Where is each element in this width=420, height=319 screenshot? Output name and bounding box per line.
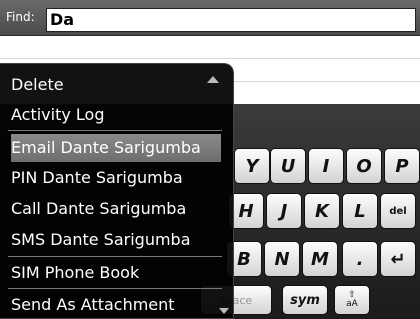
menu-divider bbox=[8, 130, 222, 131]
find-bar: Find: Da bbox=[0, 0, 420, 36]
key-o[interactable]: O bbox=[346, 148, 382, 184]
key-enter[interactable]: ↵ bbox=[380, 241, 416, 277]
shift-label: aA bbox=[346, 299, 358, 309]
menu-item-sim-phone-book[interactable]: SIM Phone Book bbox=[11, 259, 221, 287]
menu-divider bbox=[8, 256, 222, 257]
key-i[interactable]: I bbox=[308, 148, 344, 184]
key-n[interactable]: N bbox=[264, 241, 300, 277]
context-menu: Delete Activity Log Email Dante Sarigumb… bbox=[0, 63, 234, 319]
menu-item-email[interactable]: Email Dante Sarigumba bbox=[11, 134, 221, 162]
find-input[interactable]: Da bbox=[46, 8, 416, 32]
key-delete[interactable]: del bbox=[380, 193, 416, 229]
menu-item-call[interactable]: Call Dante Sarigumba bbox=[11, 195, 221, 223]
menu-item-sms[interactable]: SMS Dante Sarigumba bbox=[11, 226, 221, 254]
key-k[interactable]: K bbox=[304, 193, 340, 229]
menu-item-send-as-attachment[interactable]: Send As Attachment bbox=[11, 291, 221, 319]
key-shift[interactable]: ⇧ aA bbox=[334, 285, 370, 315]
menu-item-delete[interactable]: Delete bbox=[11, 71, 221, 99]
key-m[interactable]: M bbox=[302, 241, 338, 277]
key-period[interactable]: . bbox=[342, 241, 378, 277]
key-y[interactable]: Y bbox=[234, 148, 270, 184]
menu-item-activity-log[interactable]: Activity Log bbox=[11, 101, 221, 129]
key-sym[interactable]: sym bbox=[282, 285, 328, 315]
menu-divider bbox=[8, 288, 222, 289]
key-j[interactable]: J bbox=[266, 193, 302, 229]
menu-item-pin[interactable]: PIN Dante Sarigumba bbox=[11, 164, 221, 192]
list-row bbox=[0, 36, 420, 59]
key-l[interactable]: L bbox=[342, 193, 378, 229]
key-p[interactable]: P bbox=[384, 148, 420, 184]
scroll-down-icon[interactable] bbox=[219, 308, 229, 314]
find-label: Find: bbox=[6, 10, 35, 24]
find-input-text: Da bbox=[50, 10, 75, 29]
key-u[interactable]: U bbox=[270, 148, 306, 184]
